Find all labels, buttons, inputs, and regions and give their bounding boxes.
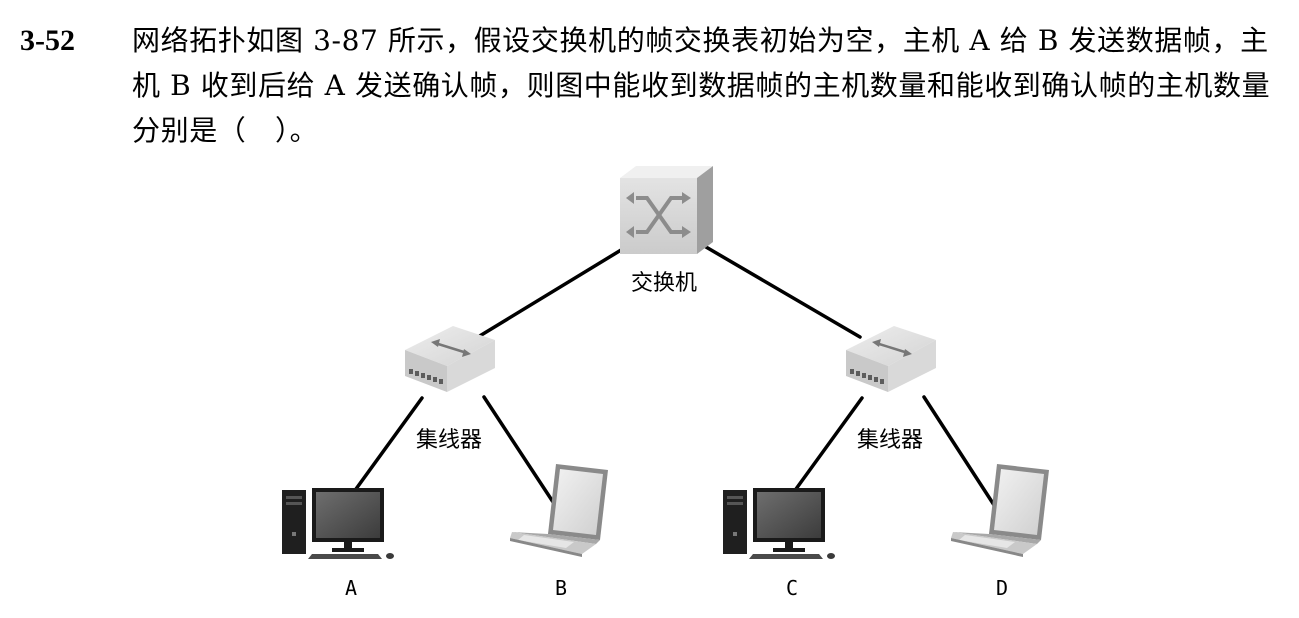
link-hub-right-host-c (786, 396, 864, 502)
hub-right-label: 集线器 (857, 428, 923, 453)
host-d-label: D (996, 576, 1008, 600)
host-c-label: C (786, 576, 798, 600)
desktop-computer-icon (282, 488, 394, 559)
link-hub-left-host-a (346, 396, 424, 502)
link-switch-hub-right (704, 245, 862, 339)
switch-label: 交换机 (631, 271, 697, 296)
link-hub-right-host-d (922, 395, 996, 507)
link-hub-left-host-b (482, 395, 557, 507)
host-a-label: A (345, 576, 357, 600)
host-b-label: B (555, 576, 567, 600)
laptop-icon (951, 464, 1049, 557)
laptop-icon (510, 464, 608, 557)
hub-icon (405, 326, 495, 392)
link-switch-hub-left (476, 245, 628, 339)
network-topology-diagram: 交换机 集线器 集线器 A B C D (282, 166, 1049, 600)
desktop-computer-icon (723, 488, 835, 559)
hub-left-label: 集线器 (416, 428, 482, 453)
network-switch-icon (620, 166, 713, 254)
